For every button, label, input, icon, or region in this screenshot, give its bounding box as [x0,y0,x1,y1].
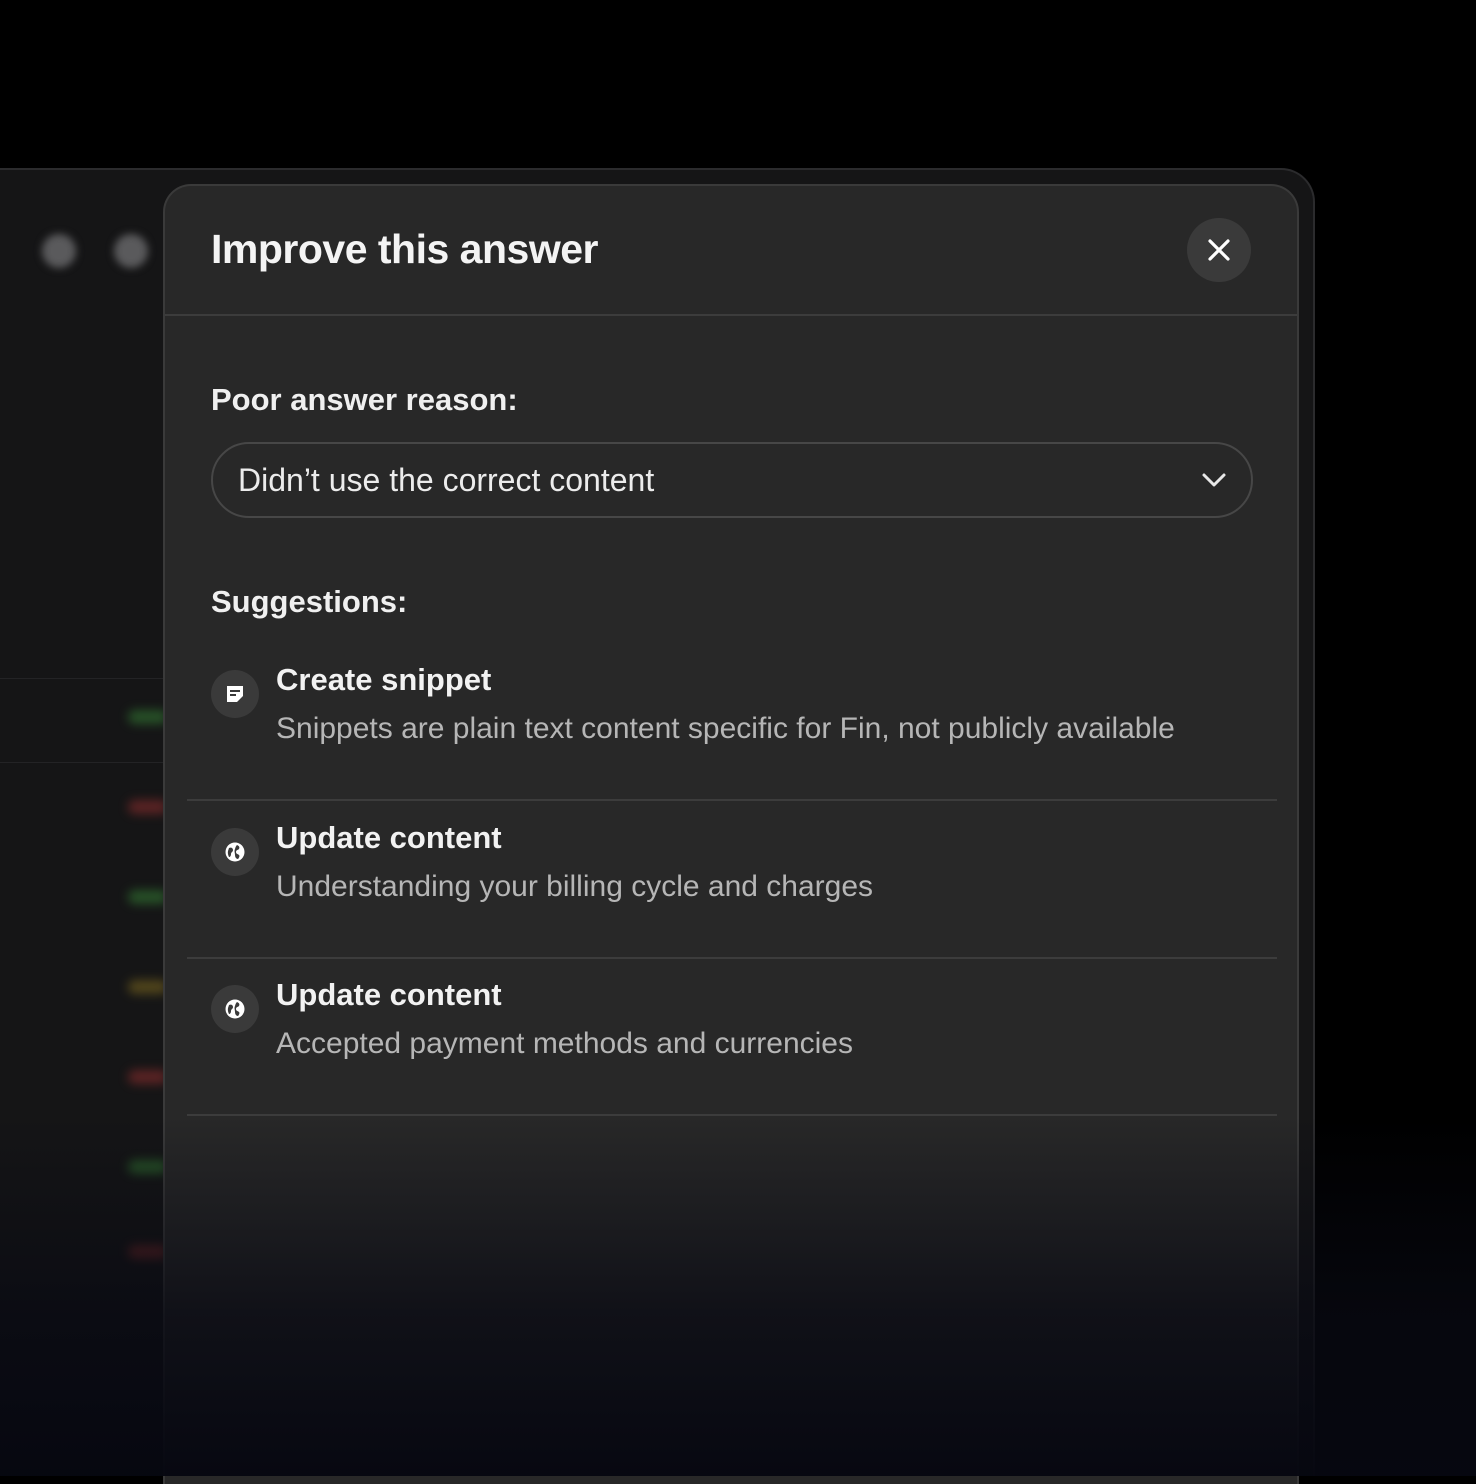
blurred-status-badge [128,890,168,904]
close-icon [1208,239,1230,261]
poor-answer-reason-label: Poor answer reason: [211,382,518,417]
suggestion-title: Update content [276,820,502,855]
blurred-status-badge [128,710,168,724]
globe-icon [211,828,259,876]
suggestion-title: Update content [276,977,502,1012]
chevron-down-icon [1202,473,1226,487]
snippet-icon [211,670,259,718]
blurred-status-badge [128,1070,168,1084]
blurred-status-badge [128,1160,168,1174]
suggestion-title: Create snippet [276,662,492,697]
suggestion-item-update-content[interactable]: Update content Accepted payment methods … [187,957,1277,1116]
suggestions-label: Suggestions: [211,584,408,619]
blurred-row-divider [0,762,170,763]
blurred-window-control [42,234,76,268]
close-button[interactable] [1187,218,1251,282]
suggestion-description: Accepted payment methods and currencies [276,1027,853,1060]
blurred-status-badge [128,1245,168,1259]
blurred-row-divider [0,678,170,679]
blurred-window-control [114,234,148,268]
blurred-status-badge [128,980,168,994]
suggestion-description: Snippets are plain text content specific… [276,712,1175,745]
suggestion-item-update-content[interactable]: Update content Understanding your billin… [187,800,1277,959]
suggestion-description: Understanding your billing cycle and cha… [276,870,874,903]
blurred-status-badge [128,800,168,814]
modal-header: Improve this answer [165,186,1297,316]
suggestion-item-create-snippet[interactable]: Create snippet Snippets are plain text c… [187,642,1277,801]
poor-answer-reason-select[interactable]: Didn’t use the correct content [211,442,1253,518]
modal-title: Improve this answer [211,226,598,272]
selected-reason: Didn’t use the correct content [238,461,655,498]
globe-icon [211,985,259,1033]
improve-answer-modal: Improve this answer Poor answer reason: … [163,184,1299,1484]
